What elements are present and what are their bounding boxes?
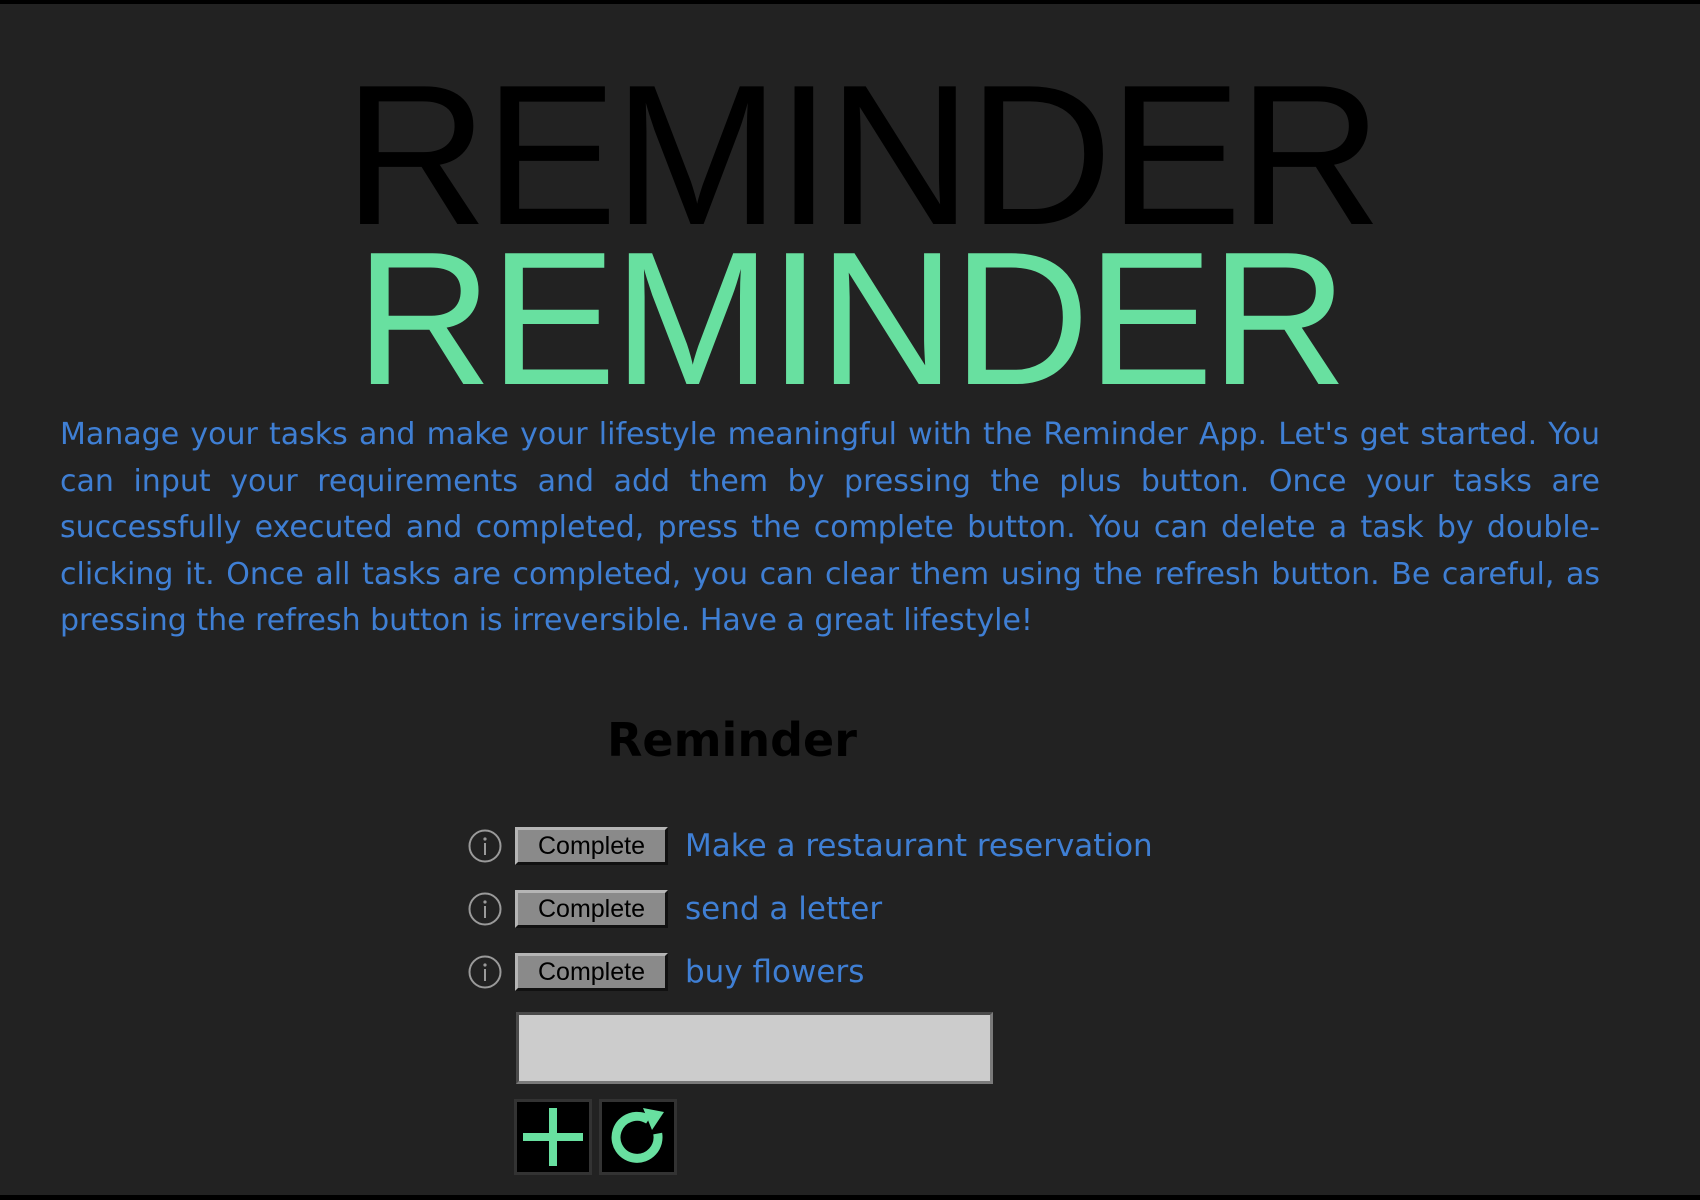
list-item[interactable]: Complete Make a restaurant reservation: [468, 826, 1153, 866]
task-input[interactable]: [516, 1012, 993, 1084]
info-icon[interactable]: [468, 829, 502, 863]
refresh-icon: [611, 1108, 664, 1163]
app-container: REMINDER REMINDER Manage your tasks and …: [0, 4, 1700, 1195]
task-text[interactable]: send a letter: [685, 891, 882, 927]
complete-button[interactable]: Complete: [515, 827, 668, 865]
list-item[interactable]: Complete send a letter: [468, 889, 882, 929]
plus-icon: [523, 1108, 583, 1166]
task-text[interactable]: buy flowers: [685, 954, 864, 990]
app-title: REMINDER: [355, 213, 1347, 425]
list-item[interactable]: Complete buy flowers: [468, 952, 864, 992]
task-text[interactable]: Make a restaurant reservation: [685, 828, 1153, 864]
complete-button[interactable]: Complete: [515, 953, 668, 991]
complete-button[interactable]: Complete: [515, 890, 668, 928]
add-button[interactable]: [514, 1099, 592, 1175]
info-icon[interactable]: [468, 892, 502, 926]
info-icon[interactable]: [468, 955, 502, 989]
intro-description: Manage your tasks and make your lifestyl…: [60, 417, 1600, 638]
list-heading: Reminder: [607, 713, 857, 767]
refresh-button[interactable]: [599, 1099, 677, 1175]
